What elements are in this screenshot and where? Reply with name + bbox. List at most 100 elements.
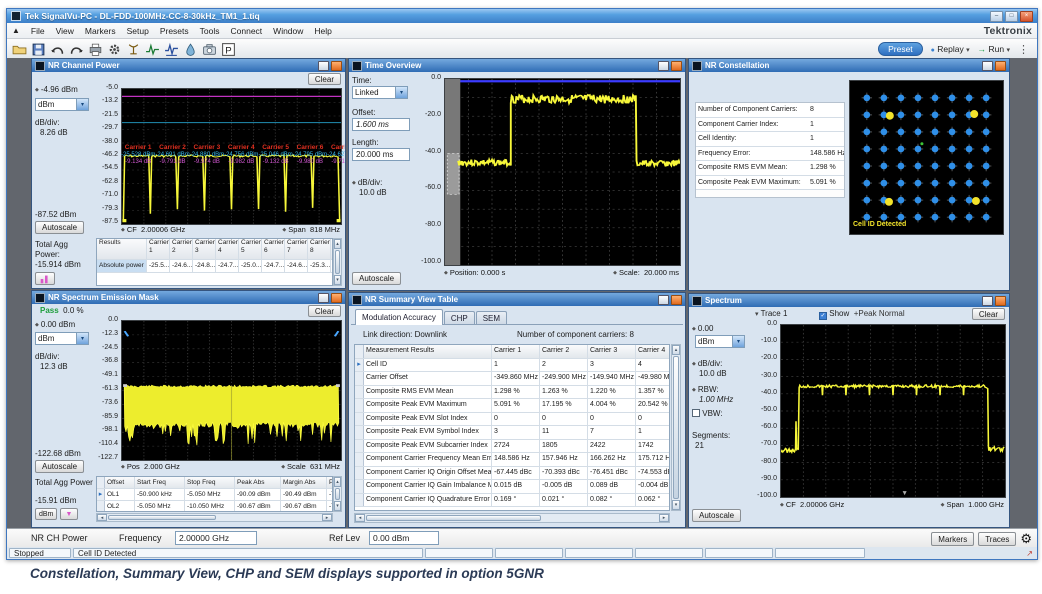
resize-grip-icon[interactable] xyxy=(1026,547,1033,559)
scroll-up-icon[interactable] xyxy=(672,345,680,355)
vbw-checkbox[interactable] xyxy=(692,409,700,417)
panel-close-button[interactable] xyxy=(671,61,682,71)
panel-close-button[interactable] xyxy=(331,293,342,303)
trend-chart-button[interactable] xyxy=(35,272,55,285)
preset-button[interactable]: Preset xyxy=(878,42,923,56)
run-button[interactable]: Run xyxy=(978,44,1010,54)
traces-button[interactable]: Traces xyxy=(978,532,1016,546)
panel-header-spectrum[interactable]: Spectrum xyxy=(689,294,1009,307)
vertical-scrollbar[interactable] xyxy=(671,344,681,511)
settings-gear-icon[interactable] xyxy=(106,41,123,58)
maximize-button[interactable]: □ xyxy=(1005,11,1018,22)
scroll-down-icon[interactable] xyxy=(334,501,341,511)
row-selector[interactable] xyxy=(355,453,364,466)
panel-restore-button[interactable] xyxy=(658,61,669,71)
channel-power-plot[interactable] xyxy=(121,88,342,225)
panel-restore-button[interactable] xyxy=(982,296,993,306)
scroll-left-icon[interactable] xyxy=(355,514,365,522)
save-icon[interactable] xyxy=(30,41,47,58)
constellation-plot[interactable] xyxy=(849,80,1004,235)
ref-lev-field[interactable]: 0.00 dBm xyxy=(369,531,439,545)
scroll-right-icon[interactable] xyxy=(659,514,669,522)
horizontal-scrollbar[interactable] xyxy=(96,513,333,522)
sem-results-table[interactable]: OffsetStart FreqStop FreqPeak AbsMargin … xyxy=(96,476,333,512)
spectrum-plot[interactable] xyxy=(780,324,1006,498)
summary-results-table[interactable]: Measurement ResultsCarrier 1Carrier 2Car… xyxy=(354,344,670,511)
row-selector[interactable] xyxy=(355,426,364,439)
row-selector[interactable] xyxy=(355,359,364,372)
camera-icon[interactable] xyxy=(201,41,218,58)
horizontal-scrollbar[interactable] xyxy=(354,513,670,523)
replay-button[interactable]: Replay xyxy=(931,44,970,54)
panel-header-summary-view[interactable]: NR Summary View Table xyxy=(349,293,685,306)
markers-button[interactable]: Markers xyxy=(931,532,974,546)
autoscale-button[interactable]: Autoscale xyxy=(35,221,84,234)
row-selector[interactable] xyxy=(355,399,364,412)
scroll-up-icon[interactable] xyxy=(334,239,341,249)
panel-restore-button[interactable] xyxy=(982,61,993,71)
scroll-down-icon[interactable] xyxy=(672,500,680,510)
tab-modulation-accuracy[interactable]: Modulation Accuracy xyxy=(355,309,443,325)
clear-button[interactable]: Clear xyxy=(308,73,341,85)
offset-field[interactable]: 1.600 ms xyxy=(352,118,410,131)
scroll-down-icon[interactable] xyxy=(334,275,341,285)
panel-close-button[interactable] xyxy=(331,61,342,71)
menu-item[interactable]: Presets xyxy=(160,26,189,36)
unit-select[interactable]: dBm xyxy=(695,335,745,348)
autoscale-button[interactable]: Autoscale xyxy=(35,460,84,473)
panel-close-button[interactable] xyxy=(995,296,1006,306)
menu-item[interactable]: Markers xyxy=(85,26,116,36)
frequency-field[interactable]: 2.00000 GHz xyxy=(175,531,257,545)
clear-button[interactable]: Clear xyxy=(308,305,341,317)
row-selector[interactable] xyxy=(97,489,105,500)
row-selector[interactable] xyxy=(355,494,364,507)
unit-dbm-button[interactable]: dBm xyxy=(35,508,57,520)
row-selector[interactable] xyxy=(355,413,364,426)
vertical-scrollbar[interactable] xyxy=(333,476,342,512)
time-overview-plot[interactable] xyxy=(444,78,681,266)
panel-header-constellation[interactable]: NR Constellation xyxy=(689,59,1009,72)
clear-button[interactable]: Clear xyxy=(972,308,1005,320)
acquire-waveform-icon[interactable] xyxy=(163,41,180,58)
minimize-button[interactable]: – xyxy=(990,11,1003,22)
preset-p-icon[interactable]: P xyxy=(220,41,237,58)
unit-select[interactable]: dBm xyxy=(35,332,89,345)
more-options-icon[interactable] xyxy=(1018,43,1029,56)
time-select[interactable]: Linked xyxy=(352,86,408,99)
analysis-waveform-icon[interactable] xyxy=(144,41,161,58)
panel-restore-button[interactable] xyxy=(318,61,329,71)
row-selector[interactable] xyxy=(97,501,105,512)
row-selector[interactable] xyxy=(97,477,105,488)
menu-item[interactable]: Tools xyxy=(200,26,220,36)
close-button[interactable] xyxy=(1020,11,1033,22)
menu-item[interactable]: View xyxy=(56,26,74,36)
autoscale-button[interactable]: Autoscale xyxy=(352,272,401,285)
sem-plot[interactable] xyxy=(121,320,342,461)
panel-close-button[interactable] xyxy=(671,295,682,305)
panel-close-button[interactable] xyxy=(995,61,1006,71)
open-icon[interactable] xyxy=(11,41,28,58)
settings-gear-icon[interactable] xyxy=(1020,531,1032,547)
panel-header-sem[interactable]: NR Spectrum Emission Mask xyxy=(32,291,345,304)
redo-icon[interactable] xyxy=(68,41,85,58)
scroll-right-icon[interactable] xyxy=(322,514,332,521)
trend-chart-button[interactable] xyxy=(60,508,78,520)
length-field[interactable]: 20.000 ms xyxy=(352,148,410,161)
panel-restore-button[interactable] xyxy=(658,295,669,305)
tab-chp[interactable]: CHP xyxy=(444,311,475,325)
row-selector[interactable] xyxy=(355,467,364,480)
print-icon[interactable] xyxy=(87,41,104,58)
tab-sem[interactable]: SEM xyxy=(476,311,507,325)
autoscale-button[interactable]: Autoscale xyxy=(692,509,741,522)
channel-power-results-table[interactable]: ResultsCarrier 1Carrier 2Carrier 3Carrie… xyxy=(96,238,333,286)
trace-selector[interactable]: Trace 1 xyxy=(755,309,787,318)
row-selector[interactable] xyxy=(355,345,364,358)
row-selector[interactable] xyxy=(355,386,364,399)
scroll-left-icon[interactable] xyxy=(97,514,107,521)
instrument-menu-icon[interactable]: ▲ xyxy=(12,26,20,35)
panel-header-channel-power[interactable]: NR Channel Power xyxy=(32,59,345,72)
menu-item[interactable]: Setup xyxy=(127,26,149,36)
row-selector[interactable] xyxy=(355,372,364,385)
menu-item[interactable]: Connect xyxy=(231,26,263,36)
title-bar[interactable]: Tek SignalVu-PC - DL-FDD-100MHz-CC-8-30k… xyxy=(7,9,1037,23)
